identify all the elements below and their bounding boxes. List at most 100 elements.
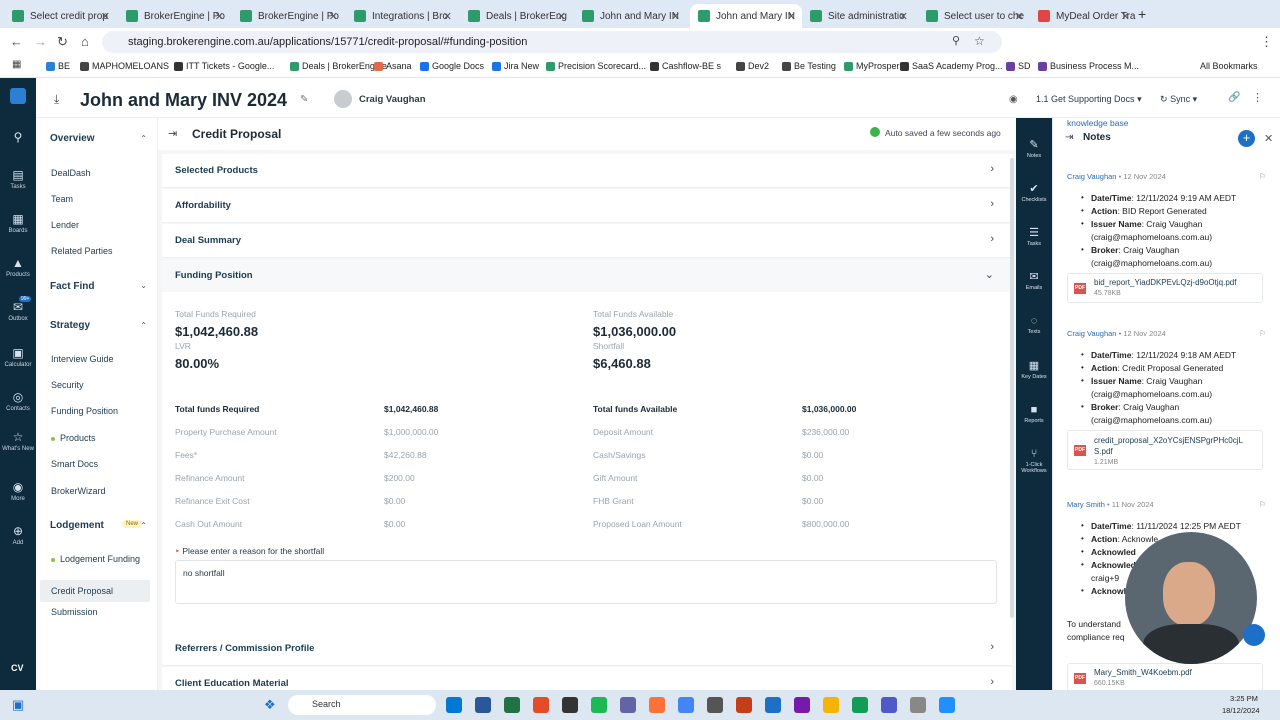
collapse-icon[interactable]: ⇥ <box>168 127 177 140</box>
tool-item[interactable]: ☰ Tasks <box>1016 226 1052 247</box>
download-icon[interactable]: ⤓ <box>54 92 59 107</box>
menu-icon[interactable]: ⋮ <box>1260 34 1273 50</box>
bookmark-item[interactable]: BE <box>46 61 70 71</box>
bookmark-item[interactable]: ITT Tickets - Google... <box>174 61 274 71</box>
task-dropdown[interactable]: 1.1 Get Supporting Docs ▾ <box>1030 90 1152 110</box>
accordion-header[interactable]: Funding Position ⌄ <box>162 259 1012 293</box>
bookmark-item[interactable]: Precision Scorecard... <box>546 61 646 71</box>
taskbar-app-icon[interactable] <box>736 697 752 713</box>
nav-section-fact-find[interactable]: Fact Find <box>50 281 94 292</box>
nav-section-lodgement[interactable]: Lodgement <box>50 520 104 531</box>
note-author[interactable]: Craig Vaughan • 12 Nov 2024 <box>1067 172 1166 181</box>
pin-icon[interactable]: ⚐ <box>1259 329 1266 338</box>
bookmark-item[interactable]: Dev2 <box>736 61 769 71</box>
app-logo-icon[interactable] <box>0 88 36 104</box>
taskbar-app-icon[interactable] <box>620 697 636 713</box>
close-icon[interactable]: ✕ <box>557 10 566 23</box>
taskbar-app-icon[interactable] <box>591 697 607 713</box>
bookmark-item[interactable]: Business Process M... <box>1038 61 1139 71</box>
close-icon[interactable]: ✕ <box>443 10 452 23</box>
start-icon[interactable]: ▣ <box>12 697 24 713</box>
rail-item[interactable]: ▦ Boards <box>0 212 36 234</box>
rail-item[interactable]: ◉ More <box>0 480 36 502</box>
taskbar-app-icon[interactable] <box>707 697 723 713</box>
bookmark-item[interactable]: Jira New <box>492 61 539 71</box>
assigned-user[interactable]: Craig Vaughan <box>359 94 426 105</box>
taskbar-app-icon[interactable] <box>852 697 868 713</box>
tool-item[interactable]: ▦ Key Dates <box>1016 359 1052 380</box>
taskbar-app-icon[interactable] <box>823 697 839 713</box>
close-icon[interactable]: ✕ <box>101 10 110 23</box>
pin-icon[interactable]: ⚐ <box>1259 172 1266 181</box>
taskbar-app-icon[interactable] <box>881 697 897 713</box>
nav-item[interactable]: Security <box>51 380 84 390</box>
nav-item[interactable]: DealDash <box>51 168 91 178</box>
tool-item[interactable]: ✉ Emails <box>1016 270 1052 291</box>
pin-icon[interactable]: ◉ <box>1009 94 1018 105</box>
tool-item[interactable]: ◌ Texts <box>1016 315 1052 335</box>
user-avatar[interactable]: CV <box>11 663 24 673</box>
taskbar-app-icon[interactable] <box>562 697 578 713</box>
search-icon[interactable]: ⚲ <box>0 130 36 146</box>
browser-tab[interactable]: MyDeal Order Tra ✕ <box>1030 4 1136 28</box>
nav-section-overview[interactable]: Overview <box>50 133 94 144</box>
close-icon[interactable]: ✕ <box>671 10 680 23</box>
accordion-header[interactable]: Deal Summary › <box>162 224 1012 258</box>
windows-icon[interactable]: ❖ <box>264 697 276 713</box>
nav-item[interactable]: Products <box>51 433 96 443</box>
bookmark-item[interactable]: Be Testing <box>782 61 836 71</box>
bookmark-item[interactable]: Google Docs <box>420 61 484 71</box>
close-icon[interactable]: ✕ <box>899 10 908 23</box>
note-author[interactable]: Craig Vaughan • 12 Nov 2024 <box>1067 329 1166 338</box>
nav-item[interactable]: Team <box>51 194 73 204</box>
reload-icon[interactable]: ↻ <box>57 34 68 50</box>
taskbar-app-icon[interactable] <box>504 697 520 713</box>
rail-item[interactable]: ⊕ Add <box>0 524 36 546</box>
forward-icon[interactable]: → <box>34 34 47 49</box>
bookmark-item[interactable]: Cashflow-BE s <box>650 61 721 71</box>
taskbar-app-icon[interactable] <box>446 697 462 713</box>
accordion-header[interactable]: Referrers / Commission Profile › <box>162 632 1012 666</box>
browser-tab[interactable]: Deals | BrokerEng ✕ <box>460 4 572 28</box>
browser-tab[interactable]: BrokerEngine | Po ✕ <box>232 4 344 28</box>
note-author[interactable]: Mary Smith • 11 Nov 2024 <box>1067 500 1154 509</box>
close-icon[interactable]: ✕ <box>1121 10 1130 23</box>
link-icon[interactable]: 🔗 <box>1228 92 1240 103</box>
apps-icon[interactable]: ▦ <box>12 59 21 70</box>
nav-section-strategy[interactable]: Strategy <box>50 320 90 331</box>
close-icon[interactable]: ✕ <box>1015 10 1024 23</box>
bookmark-item[interactable]: MAPHOMELOANS <box>80 61 169 71</box>
browser-tab[interactable]: Site administratio ✕ <box>802 4 914 28</box>
bookmark-item[interactable]: SD <box>1006 61 1031 71</box>
browser-tab[interactable]: John and Mary IN ✕ <box>690 4 802 28</box>
close-icon[interactable]: ✕ <box>329 10 338 23</box>
tool-item[interactable]: ■ Reports <box>1016 404 1052 424</box>
bookmark-item[interactable]: MyProsperity <box>844 61 909 71</box>
chat-icon[interactable] <box>1243 624 1265 646</box>
close-icon[interactable]: ✕ <box>1264 132 1273 145</box>
collapse-icon[interactable]: ⇥ <box>1065 132 1073 143</box>
taskbar-app-icon[interactable] <box>910 697 926 713</box>
kb-link[interactable]: knowledge base <box>1067 118 1128 128</box>
all-bookmarks[interactable]: All Bookmarks <box>1200 61 1258 71</box>
nav-item[interactable]: Submission <box>51 607 98 617</box>
rail-item[interactable]: ▲ Products <box>0 256 36 278</box>
nav-item[interactable]: Funding Position <box>51 406 118 416</box>
chevron-up-icon[interactable]: ⌃ <box>140 521 147 530</box>
browser-tab[interactable]: BrokerEngine | Po ✕ <box>118 4 230 28</box>
close-icon[interactable]: ✕ <box>787 10 796 23</box>
browser-tab[interactable]: John and Mary IN ✕ <box>574 4 686 28</box>
shortfall-reason-input[interactable]: no shortfall <box>175 560 997 604</box>
url-input[interactable]: staging.brokerengine.com.au/applications… <box>102 31 1002 53</box>
taskbar-app-icon[interactable] <box>475 697 491 713</box>
attachment[interactable]: PDF Mary_Smith_W4Koebm.pdf 660.15KB <box>1067 663 1263 690</box>
browser-tab[interactable]: Integrations | Bro ✕ <box>346 4 458 28</box>
attachment[interactable]: PDF credit_proposal_X2oYCsjENSPgrPHc0cjL … <box>1067 430 1263 470</box>
tool-item[interactable]: ✔ Checklists <box>1016 182 1052 203</box>
tool-item[interactable]: ✎ Notes <box>1016 138 1052 159</box>
edit-icon[interactable]: ✎ <box>300 94 308 105</box>
bookmark-item[interactable]: SaaS Academy Prog... <box>900 61 1003 71</box>
taskbar-app-icon[interactable] <box>765 697 781 713</box>
chevron-down-icon[interactable]: ⌄ <box>140 281 147 290</box>
taskbar-app-icon[interactable] <box>678 697 694 713</box>
